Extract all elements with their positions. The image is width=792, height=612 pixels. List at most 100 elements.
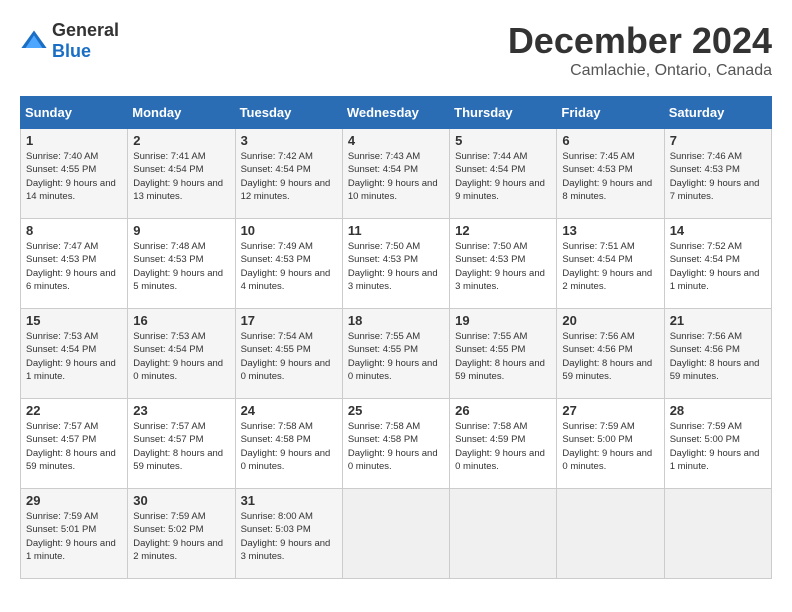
day-info: Sunrise: 7:42 AM Sunset: 4:54 PM Dayligh… <box>241 150 337 203</box>
day-info: Sunrise: 7:49 AM Sunset: 4:53 PM Dayligh… <box>241 240 337 293</box>
header-monday: Monday <box>128 97 235 129</box>
table-row: 9 Sunrise: 7:48 AM Sunset: 4:53 PM Dayli… <box>128 219 235 309</box>
header-friday: Friday <box>557 97 664 129</box>
header-sunday: Sunday <box>21 97 128 129</box>
day-info: Sunrise: 7:43 AM Sunset: 4:54 PM Dayligh… <box>348 150 444 203</box>
day-number: 17 <box>241 313 337 328</box>
day-number: 27 <box>562 403 658 418</box>
table-row: 24 Sunrise: 7:58 AM Sunset: 4:58 PM Dayl… <box>235 399 342 489</box>
calendar-title: December 2024 <box>508 20 772 62</box>
day-number: 15 <box>26 313 122 328</box>
day-number: 29 <box>26 493 122 508</box>
day-number: 6 <box>562 133 658 148</box>
table-row: 25 Sunrise: 7:58 AM Sunset: 4:58 PM Dayl… <box>342 399 449 489</box>
day-number: 21 <box>670 313 766 328</box>
day-info: Sunrise: 7:59 AM Sunset: 5:01 PM Dayligh… <box>26 510 122 563</box>
day-info: Sunrise: 7:46 AM Sunset: 4:53 PM Dayligh… <box>670 150 766 203</box>
calendar-subtitle: Camlachie, Ontario, Canada <box>508 62 772 80</box>
day-number: 3 <box>241 133 337 148</box>
table-row: 18 Sunrise: 7:55 AM Sunset: 4:55 PM Dayl… <box>342 309 449 399</box>
header-thursday: Thursday <box>450 97 557 129</box>
table-row: 22 Sunrise: 7:57 AM Sunset: 4:57 PM Dayl… <box>21 399 128 489</box>
table-row: 5 Sunrise: 7:44 AM Sunset: 4:54 PM Dayli… <box>450 129 557 219</box>
day-number: 5 <box>455 133 551 148</box>
table-row: 31 Sunrise: 8:00 AM Sunset: 5:03 PM Dayl… <box>235 489 342 579</box>
day-number: 26 <box>455 403 551 418</box>
day-number: 9 <box>133 223 229 238</box>
day-number: 4 <box>348 133 444 148</box>
table-row: 8 Sunrise: 7:47 AM Sunset: 4:53 PM Dayli… <box>21 219 128 309</box>
day-info: Sunrise: 7:40 AM Sunset: 4:55 PM Dayligh… <box>26 150 122 203</box>
day-number: 24 <box>241 403 337 418</box>
day-number: 22 <box>26 403 122 418</box>
header-tuesday: Tuesday <box>235 97 342 129</box>
day-info: Sunrise: 7:58 AM Sunset: 4:58 PM Dayligh… <box>348 420 444 473</box>
day-info: Sunrise: 7:41 AM Sunset: 4:54 PM Dayligh… <box>133 150 229 203</box>
day-info: Sunrise: 7:45 AM Sunset: 4:53 PM Dayligh… <box>562 150 658 203</box>
logo: General Blue <box>20 20 119 62</box>
day-number: 14 <box>670 223 766 238</box>
table-row: 17 Sunrise: 7:54 AM Sunset: 4:55 PM Dayl… <box>235 309 342 399</box>
day-info: Sunrise: 7:48 AM Sunset: 4:53 PM Dayligh… <box>133 240 229 293</box>
day-info: Sunrise: 7:51 AM Sunset: 4:54 PM Dayligh… <box>562 240 658 293</box>
day-number: 13 <box>562 223 658 238</box>
day-info: Sunrise: 7:56 AM Sunset: 4:56 PM Dayligh… <box>562 330 658 383</box>
table-row: 21 Sunrise: 7:56 AM Sunset: 4:56 PM Dayl… <box>664 309 771 399</box>
calendar-row: 1 Sunrise: 7:40 AM Sunset: 4:55 PM Dayli… <box>21 129 772 219</box>
day-number: 2 <box>133 133 229 148</box>
logo-blue: Blue <box>52 41 91 61</box>
table-row: 14 Sunrise: 7:52 AM Sunset: 4:54 PM Dayl… <box>664 219 771 309</box>
day-info: Sunrise: 7:59 AM Sunset: 5:02 PM Dayligh… <box>133 510 229 563</box>
day-info: Sunrise: 7:44 AM Sunset: 4:54 PM Dayligh… <box>455 150 551 203</box>
calendar-table: Sunday Monday Tuesday Wednesday Thursday… <box>20 96 772 579</box>
header-row: Sunday Monday Tuesday Wednesday Thursday… <box>21 97 772 129</box>
table-row: 29 Sunrise: 7:59 AM Sunset: 5:01 PM Dayl… <box>21 489 128 579</box>
day-number: 23 <box>133 403 229 418</box>
day-number: 8 <box>26 223 122 238</box>
day-info: Sunrise: 7:53 AM Sunset: 4:54 PM Dayligh… <box>133 330 229 383</box>
day-info: Sunrise: 7:57 AM Sunset: 4:57 PM Dayligh… <box>133 420 229 473</box>
table-row <box>557 489 664 579</box>
table-row: 2 Sunrise: 7:41 AM Sunset: 4:54 PM Dayli… <box>128 129 235 219</box>
table-row: 10 Sunrise: 7:49 AM Sunset: 4:53 PM Dayl… <box>235 219 342 309</box>
table-row: 6 Sunrise: 7:45 AM Sunset: 4:53 PM Dayli… <box>557 129 664 219</box>
table-row: 7 Sunrise: 7:46 AM Sunset: 4:53 PM Dayli… <box>664 129 771 219</box>
day-number: 20 <box>562 313 658 328</box>
day-number: 16 <box>133 313 229 328</box>
day-info: Sunrise: 7:59 AM Sunset: 5:00 PM Dayligh… <box>670 420 766 473</box>
day-number: 11 <box>348 223 444 238</box>
calendar-row: 22 Sunrise: 7:57 AM Sunset: 4:57 PM Dayl… <box>21 399 772 489</box>
day-info: Sunrise: 7:55 AM Sunset: 4:55 PM Dayligh… <box>348 330 444 383</box>
day-info: Sunrise: 8:00 AM Sunset: 5:03 PM Dayligh… <box>241 510 337 563</box>
logo-general: General <box>52 20 119 40</box>
day-info: Sunrise: 7:58 AM Sunset: 4:58 PM Dayligh… <box>241 420 337 473</box>
table-row: 1 Sunrise: 7:40 AM Sunset: 4:55 PM Dayli… <box>21 129 128 219</box>
table-row: 15 Sunrise: 7:53 AM Sunset: 4:54 PM Dayl… <box>21 309 128 399</box>
day-number: 7 <box>670 133 766 148</box>
table-row: 19 Sunrise: 7:55 AM Sunset: 4:55 PM Dayl… <box>450 309 557 399</box>
day-number: 18 <box>348 313 444 328</box>
day-info: Sunrise: 7:50 AM Sunset: 4:53 PM Dayligh… <box>348 240 444 293</box>
table-row: 20 Sunrise: 7:56 AM Sunset: 4:56 PM Dayl… <box>557 309 664 399</box>
table-row: 30 Sunrise: 7:59 AM Sunset: 5:02 PM Dayl… <box>128 489 235 579</box>
table-row <box>342 489 449 579</box>
day-info: Sunrise: 7:57 AM Sunset: 4:57 PM Dayligh… <box>26 420 122 473</box>
day-info: Sunrise: 7:54 AM Sunset: 4:55 PM Dayligh… <box>241 330 337 383</box>
table-row: 3 Sunrise: 7:42 AM Sunset: 4:54 PM Dayli… <box>235 129 342 219</box>
day-number: 1 <box>26 133 122 148</box>
day-number: 10 <box>241 223 337 238</box>
day-info: Sunrise: 7:55 AM Sunset: 4:55 PM Dayligh… <box>455 330 551 383</box>
table-row <box>450 489 557 579</box>
day-info: Sunrise: 7:47 AM Sunset: 4:53 PM Dayligh… <box>26 240 122 293</box>
day-number: 30 <box>133 493 229 508</box>
day-number: 28 <box>670 403 766 418</box>
header: General Blue December 2024 Camlachie, On… <box>20 20 772 80</box>
table-row: 26 Sunrise: 7:58 AM Sunset: 4:59 PM Dayl… <box>450 399 557 489</box>
header-wednesday: Wednesday <box>342 97 449 129</box>
table-row: 16 Sunrise: 7:53 AM Sunset: 4:54 PM Dayl… <box>128 309 235 399</box>
table-row: 13 Sunrise: 7:51 AM Sunset: 4:54 PM Dayl… <box>557 219 664 309</box>
table-row: 27 Sunrise: 7:59 AM Sunset: 5:00 PM Dayl… <box>557 399 664 489</box>
table-row <box>664 489 771 579</box>
calendar-row: 15 Sunrise: 7:53 AM Sunset: 4:54 PM Dayl… <box>21 309 772 399</box>
day-info: Sunrise: 7:52 AM Sunset: 4:54 PM Dayligh… <box>670 240 766 293</box>
